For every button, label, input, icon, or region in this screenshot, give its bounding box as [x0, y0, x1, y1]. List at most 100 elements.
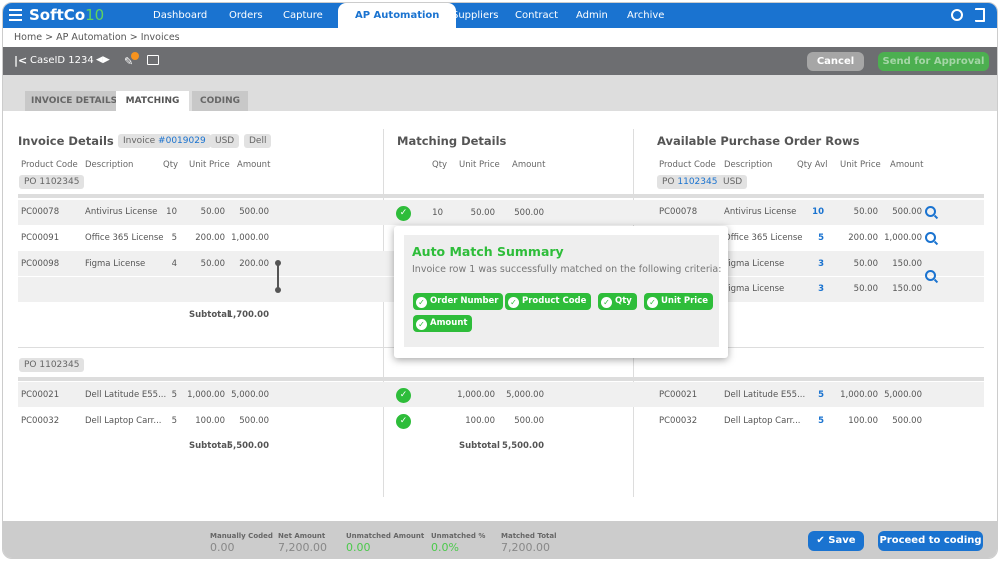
stat-label: Net Amount [278, 532, 326, 540]
invoice-number-tag[interactable]: Invoice #0019029 [118, 134, 211, 148]
auto-match-summary-popup: Auto Match Summary Invoice row 1 was succ… [394, 226, 728, 358]
user-icon[interactable] [951, 9, 963, 21]
logo-suffix: 10 [85, 6, 105, 24]
cell-po-qty[interactable]: 5 [764, 390, 824, 400]
column-header: Qty Avl [797, 160, 828, 170]
column-header: Unit Price [459, 160, 500, 170]
popup-text: Invoice row 1 was successfully matched o… [412, 264, 722, 275]
column-divider [383, 129, 384, 497]
match-check-icon[interactable]: ✓ [396, 414, 411, 429]
cancel-button[interactable]: Cancel [807, 52, 864, 71]
proceed-to-coding-button[interactable]: Proceed to coding [878, 531, 983, 551]
logout-icon[interactable] [975, 8, 985, 22]
check-icon: ✓ [416, 319, 427, 330]
po-label: PO [662, 177, 678, 187]
popup-title: Auto Match Summary [412, 244, 564, 259]
cell-match-amount: 500.00 [514, 208, 544, 218]
cell-po-amount: 1,000.00 [884, 233, 922, 243]
currency-tag: USD [718, 175, 748, 189]
criteria-label: Product Code [522, 296, 587, 306]
invoice-number-link[interactable]: #0019029 [158, 136, 206, 146]
logo[interactable]: SoftCo10 [29, 6, 104, 24]
popup-body: Auto Match Summary Invoice row 1 was succ… [404, 235, 722, 347]
case-id: CaseID 1234 [30, 55, 94, 66]
cell-po-qty[interactable]: 3 [764, 284, 824, 294]
cell-amount: 500.00 [239, 416, 269, 426]
tabs-bar: INVOICE DETAILS MATCHING CODING [3, 75, 997, 111]
nav-capture[interactable]: Capture [283, 3, 323, 28]
breadcrumb-invoices: Invoices [140, 32, 180, 43]
match-check-icon[interactable]: ✓ [396, 388, 411, 403]
matching-panel: Invoice Details Invoice #0019029 USD Dell Ma… [3, 111, 997, 521]
back-to-first-icon[interactable]: |< [14, 54, 27, 67]
split-row-handle[interactable] [277, 263, 279, 289]
zoom-in-icon[interactable] [925, 232, 936, 243]
cell-po-product-code: PC00078 [659, 207, 698, 217]
header-separator [18, 194, 984, 198]
subtotal-value: 5,500.00 [502, 441, 544, 451]
cell-product-code: PC00032 [21, 416, 60, 426]
breadcrumb-home[interactable]: Home [14, 32, 42, 43]
stat-value: 0.00 [210, 541, 235, 554]
stat-value: 0.0% [431, 541, 459, 554]
nav-archive[interactable]: Archive [627, 3, 664, 28]
criteria-label: Unit Price [661, 296, 709, 306]
supplier-tag: Dell [244, 134, 272, 148]
available-po-rows-title: Available Purchase Order Rows [657, 134, 860, 148]
cell-match-amount: 500.00 [514, 416, 544, 426]
cell-po-amount: 150.00 [892, 284, 922, 294]
subtotal-value: 5,500.00 [227, 441, 269, 451]
po-number-link[interactable]: 1102345 [677, 177, 717, 187]
cell-amount: 1,000.00 [231, 233, 269, 243]
cell-po-product-code: PC00021 [659, 390, 698, 400]
tab-coding[interactable]: CODING [192, 91, 248, 111]
stat-label: Matched Total [501, 532, 557, 540]
cell-product-code: PC00021 [21, 390, 60, 400]
cell-product-code: PC00078 [21, 207, 60, 217]
column-header: Product Code [21, 160, 78, 170]
tab-invoice-details[interactable]: INVOICE DETAILS [25, 91, 124, 111]
criteria-label: Amount [430, 318, 468, 328]
invoice-label: Invoice [123, 136, 159, 146]
criteria-chip: ✓ Amount [413, 315, 473, 332]
menu-icon[interactable] [9, 9, 22, 21]
stat-label: Unmatched % [431, 532, 486, 540]
app-window: SoftCo10 Dashboard Orders Capture AP Aut… [2, 2, 998, 559]
breadcrumb-ap-automation[interactable]: AP Automation [56, 32, 127, 43]
nav-orders[interactable]: Orders [229, 3, 263, 28]
save-label: Save [828, 535, 856, 546]
criteria-label: Qty [615, 296, 632, 306]
cell-po-amount: 5,000.00 [884, 390, 922, 400]
cell-po-qty[interactable]: 3 [764, 259, 824, 269]
save-button[interactable]: ✔ Save [808, 531, 864, 551]
prev-next-icon[interactable]: ◀▶ [96, 55, 110, 65]
criteria-chip: ✓ Unit Price [644, 293, 714, 310]
top-nav: SoftCo10 Dashboard Orders Capture AP Aut… [3, 3, 997, 28]
nav-ap-automation[interactable]: AP Automation [338, 3, 457, 28]
tab-matching[interactable]: MATCHING [116, 91, 189, 111]
cell-po-qty[interactable]: 5 [764, 416, 824, 426]
stat-label: Manually Coded [210, 532, 273, 540]
cell-po-qty[interactable]: 5 [764, 233, 824, 243]
comment-icon[interactable] [147, 55, 159, 65]
zoom-in-icon[interactable] [925, 270, 936, 281]
zoom-in-icon[interactable] [925, 206, 936, 217]
criteria-chip: ✓ Order Number [413, 293, 504, 310]
send-for-approval-button[interactable]: Send for Approval [878, 52, 989, 71]
nav-contract[interactable]: Contract [515, 3, 558, 28]
header-separator [18, 377, 984, 381]
criteria-label: Order Number [430, 296, 499, 306]
column-header: Amount [237, 160, 271, 170]
cell-po-amount: 150.00 [892, 259, 922, 269]
cell-po-amount: 500.00 [892, 207, 922, 217]
column-header: Qty [163, 160, 179, 170]
criteria-chip: ✓ Product Code [505, 293, 592, 310]
stat-label: Unmatched Amount [346, 532, 425, 540]
cell-po-qty[interactable]: 10 [764, 207, 824, 217]
cell-po-amount: 500.00 [892, 416, 922, 426]
po-tag: PO 1102345 [19, 175, 85, 189]
nav-admin[interactable]: Admin [576, 3, 608, 28]
nav-dashboard[interactable]: Dashboard [153, 3, 207, 28]
nav-suppliers[interactable]: Suppliers [452, 3, 498, 28]
cell-amount: 200.00 [239, 259, 269, 269]
